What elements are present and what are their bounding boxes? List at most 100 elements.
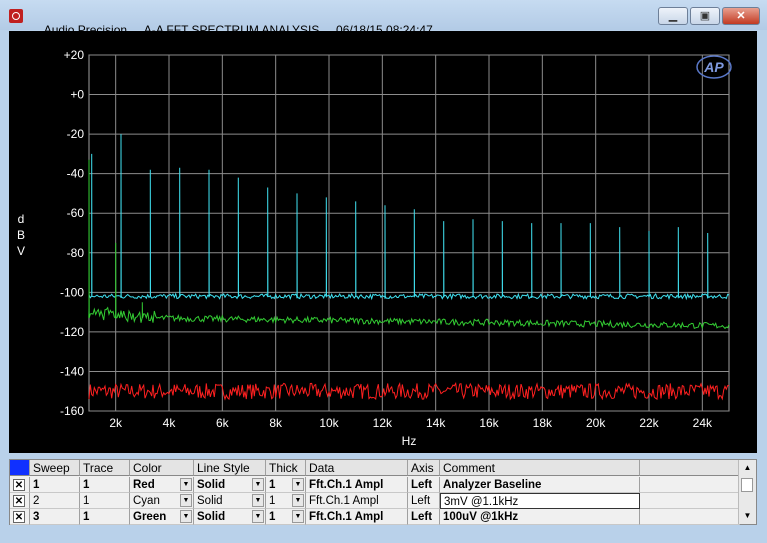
cell-color-text: Cyan <box>133 495 160 507</box>
cell-comment[interactable]: 3mV @1.1kHz <box>440 493 640 509</box>
cell-style-text: Solid <box>197 479 226 491</box>
header-axis[interactable]: Axis <box>408 460 440 476</box>
scroll-thumb[interactable] <box>741 478 753 492</box>
cell-data[interactable]: Fft.Ch.1 Ampl <box>306 509 408 525</box>
y-axis-label-char: d <box>18 212 25 226</box>
dropdown-arrow-icon[interactable]: ▼ <box>252 510 264 523</box>
cell-style-text: Solid <box>197 495 223 507</box>
cell-style[interactable]: Solid ▼ <box>194 509 266 525</box>
row-checkbox-cell[interactable]: ✕ <box>10 509 30 525</box>
checkbox-icon[interactable]: ✕ <box>13 479 25 491</box>
dropdown-arrow-icon[interactable]: ▼ <box>252 494 264 507</box>
cell-color-text: Red <box>133 479 155 491</box>
row-checkbox-cell[interactable]: ✕ <box>10 493 30 509</box>
y-tick-label: -160 <box>60 404 84 418</box>
cell-filler <box>640 509 740 525</box>
cell-thick[interactable]: 1 ▼ <box>266 477 306 493</box>
scroll-up-icon[interactable]: ▲ <box>739 460 756 476</box>
cell-trace-text: 1 <box>83 495 90 507</box>
cell-data-text: Fft.Ch.1 Ampl <box>309 495 379 507</box>
table-row[interactable]: ✕ 2 1 Cyan ▼ Solid ▼ 1 ▼ Fft.Ch.1 Ampl Left 3mV @1.… <box>10 493 740 509</box>
cell-comment-text: 3mV @1.1kHz <box>444 496 519 508</box>
header-filler <box>640 460 740 476</box>
header-data[interactable]: Data <box>306 460 408 476</box>
x-tick-label: 14k <box>426 416 446 430</box>
cell-sweep-text: 3 <box>33 511 40 523</box>
cell-trace-text: 1 <box>83 479 90 491</box>
checkbox-icon[interactable]: ✕ <box>13 495 25 507</box>
cell-trace[interactable]: 1 <box>80 493 130 509</box>
header-comment[interactable]: Comment <box>440 460 640 476</box>
maximize-button[interactable]: ▣ <box>690 7 720 25</box>
cell-color[interactable]: Cyan ▼ <box>130 493 194 509</box>
header-color[interactable]: Color <box>130 460 194 476</box>
dropdown-arrow-icon[interactable]: ▼ <box>180 478 192 491</box>
scroll-down-icon[interactable]: ▼ <box>739 508 756 524</box>
cell-axis[interactable]: Left <box>408 509 440 525</box>
header-line-style[interactable]: Line Style <box>194 460 266 476</box>
close-button[interactable]: ✕ <box>722 7 760 25</box>
cell-trace[interactable]: 1 <box>80 509 130 525</box>
cell-sweep[interactable]: 2 <box>30 493 80 509</box>
trace-table: Sweep Trace Color Line Style Thick Data … <box>9 459 757 525</box>
table-scrollbar[interactable]: ▲ ▼ <box>738 460 756 524</box>
cell-comment[interactable]: Analyzer Baseline <box>440 477 640 493</box>
cell-thick[interactable]: 1 ▼ <box>266 493 306 509</box>
plot-frame <box>88 54 730 412</box>
dropdown-arrow-icon[interactable]: ▼ <box>180 510 192 523</box>
x-tick-label: 10k <box>319 416 339 430</box>
table-header-row: Sweep Trace Color Line Style Thick Data … <box>10 460 740 476</box>
x-tick-label: 2k <box>109 416 123 430</box>
cell-sweep[interactable]: 1 <box>30 477 80 493</box>
cell-axis[interactable]: Left <box>408 493 440 509</box>
y-tick-label: -80 <box>67 246 85 260</box>
color-swatch-header <box>10 460 30 476</box>
y-axis-label-char: B <box>17 228 25 242</box>
header-thick[interactable]: Thick <box>266 460 306 476</box>
cell-thick-text: 1 <box>269 479 276 491</box>
cell-thick-text: 1 <box>269 495 276 507</box>
cell-data[interactable]: Fft.Ch.1 Ampl <box>306 493 408 509</box>
x-axis-label: Hz <box>402 434 417 448</box>
dropdown-arrow-icon[interactable]: ▼ <box>292 510 304 523</box>
cell-color-text: Green <box>133 511 167 523</box>
table-row[interactable]: ✕ 3 1 Green ▼ Solid ▼ 1 ▼ Fft.Ch.1 Ampl Left 100uV … <box>10 509 740 525</box>
cell-data[interactable]: Fft.Ch.1 Ampl <box>306 477 408 493</box>
dropdown-arrow-icon[interactable]: ▼ <box>292 494 304 507</box>
dropdown-arrow-icon[interactable]: ▼ <box>180 494 192 507</box>
dropdown-arrow-icon[interactable]: ▼ <box>252 478 264 491</box>
header-trace[interactable]: Trace <box>80 460 130 476</box>
y-tick-label: -60 <box>67 206 85 220</box>
cell-sweep[interactable]: 3 <box>30 509 80 525</box>
y-tick-label: +20 <box>64 48 85 62</box>
cell-trace-text: 1 <box>83 511 90 523</box>
x-tick-label: 22k <box>639 416 659 430</box>
cell-sweep-text: 1 <box>33 479 40 491</box>
cell-trace[interactable]: 1 <box>80 477 130 493</box>
x-tick-label: 18k <box>533 416 553 430</box>
cell-comment[interactable]: 100uV @1kHz <box>440 509 640 525</box>
cell-filler <box>640 477 740 493</box>
cell-axis[interactable]: Left <box>408 477 440 493</box>
series-line-2 <box>88 134 730 301</box>
x-tick-label: 6k <box>216 416 230 430</box>
cell-style[interactable]: Solid ▼ <box>194 493 266 509</box>
x-tick-label: 12k <box>373 416 393 430</box>
header-sweep[interactable]: Sweep <box>30 460 80 476</box>
cell-axis-text: Left <box>411 511 433 523</box>
app-logo-icon <box>9 9 23 23</box>
x-tick-label: 16k <box>479 416 499 430</box>
minimize-button[interactable]: ▁ <box>658 7 688 25</box>
title-bar: Audio Precision A-A FFT SPECTRUM ANALYSI… <box>0 0 767 37</box>
y-axis-label-char: V <box>17 244 25 258</box>
cell-thick-text: 1 <box>269 511 276 523</box>
dropdown-arrow-icon[interactable]: ▼ <box>292 478 304 491</box>
cell-color[interactable]: Red ▼ <box>130 477 194 493</box>
checkbox-icon[interactable]: ✕ <box>13 511 25 523</box>
table-row[interactable]: ✕ 1 1 Red ▼ Solid ▼ 1 ▼ Fft.Ch.1 Ampl Left Analyzer… <box>10 477 740 493</box>
cell-thick[interactable]: 1 ▼ <box>266 509 306 525</box>
x-tick-label: 8k <box>269 416 283 430</box>
row-checkbox-cell[interactable]: ✕ <box>10 477 30 493</box>
cell-color[interactable]: Green ▼ <box>130 509 194 525</box>
cell-style[interactable]: Solid ▼ <box>194 477 266 493</box>
